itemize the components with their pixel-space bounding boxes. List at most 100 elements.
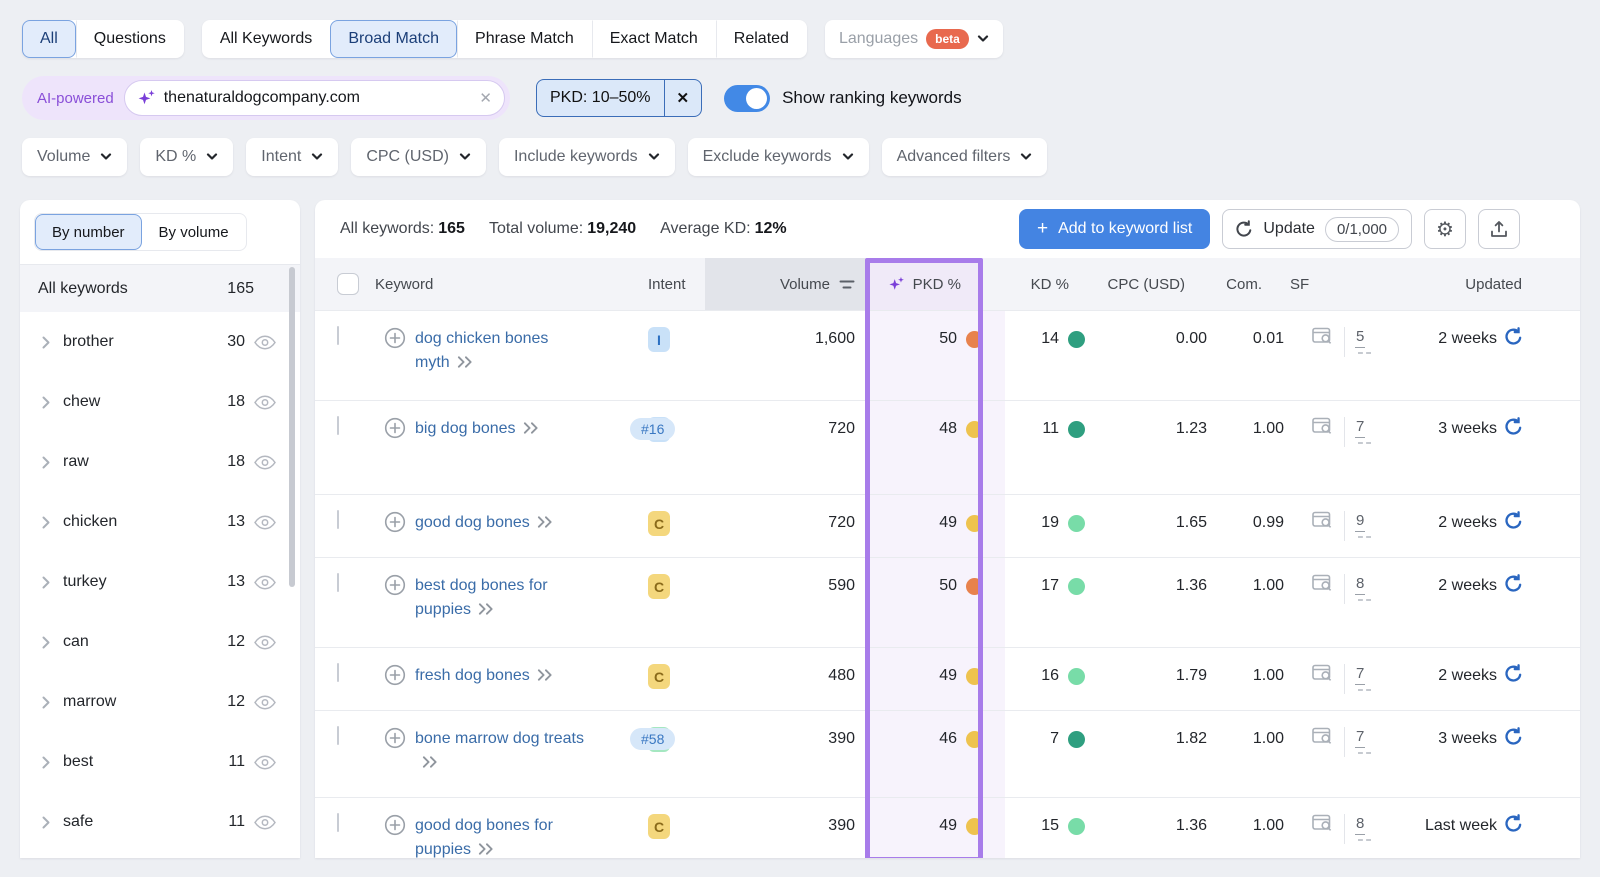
column-header-cpc[interactable]: CPC (USD) — [1077, 276, 1190, 293]
expand-keyword-icon[interactable] — [478, 843, 494, 855]
keyword-group-item[interactable]: can 12 — [20, 612, 300, 672]
keyword-link[interactable]: bone marrow dog treats — [415, 727, 585, 775]
refresh-keyword-icon[interactable] — [1504, 664, 1523, 683]
filter-dropdown[interactable]: CPC (USD) — [351, 138, 486, 176]
match-type-tab[interactable]: Exact Match — [591, 20, 716, 58]
chevron-right-icon[interactable] — [42, 396, 50, 409]
keyword-group-item[interactable]: turkey 13 — [20, 552, 300, 612]
row-checkbox[interactable] — [337, 813, 339, 832]
serp-features-icon[interactable] — [1312, 511, 1334, 530]
serp-features-icon[interactable] — [1312, 417, 1334, 436]
filter-dropdown[interactable]: Volume — [22, 138, 128, 176]
chevron-right-icon[interactable] — [42, 336, 50, 349]
sf-count[interactable]: 5 — [1355, 327, 1366, 348]
chevron-right-icon[interactable] — [42, 696, 50, 709]
filter-dropdown[interactable]: Exclude keywords — [687, 138, 869, 176]
sf-count[interactable]: 8 — [1355, 814, 1366, 835]
column-header-sf[interactable]: SF — [1270, 276, 1355, 293]
domain-input[interactable]: thenaturaldogcompany.com ✕ — [123, 80, 505, 116]
keyword-link[interactable]: big dog bones — [415, 417, 539, 441]
eye-icon[interactable] — [254, 635, 276, 650]
eye-icon[interactable] — [254, 755, 276, 770]
pkd-filter-chip[interactable]: PKD: 10–50% ✕ — [536, 79, 703, 117]
eye-icon[interactable] — [254, 695, 276, 710]
keyword-link[interactable]: good dog bones for puppies — [415, 814, 585, 858]
scope-tab[interactable]: Questions — [75, 20, 184, 58]
column-header-keyword[interactable]: Keyword — [375, 276, 640, 293]
refresh-keyword-icon[interactable] — [1504, 511, 1523, 530]
row-checkbox[interactable] — [337, 573, 339, 592]
add-keyword-plus-icon[interactable] — [384, 664, 406, 686]
match-type-tab[interactable]: Related — [715, 20, 807, 58]
row-checkbox[interactable] — [337, 326, 339, 345]
keyword-link[interactable]: good dog bones — [415, 511, 553, 535]
column-header-kd[interactable]: KD % — [983, 276, 1077, 293]
keyword-link[interactable]: dog chicken bones myth — [415, 327, 585, 375]
sf-count[interactable]: 8 — [1355, 574, 1366, 595]
eye-icon[interactable] — [254, 395, 276, 410]
update-button[interactable]: Update 0/1,000 — [1222, 209, 1412, 249]
add-keyword-plus-icon[interactable] — [384, 727, 406, 749]
remove-pkd-filter-icon[interactable]: ✕ — [663, 80, 702, 116]
keyword-group-item[interactable]: marrow 12 — [20, 672, 300, 732]
add-keyword-plus-icon[interactable] — [384, 814, 406, 836]
keyword-group-item[interactable]: chew 18 — [20, 372, 300, 432]
add-keyword-plus-icon[interactable] — [384, 327, 406, 349]
row-checkbox[interactable] — [337, 663, 339, 682]
sf-count[interactable]: 7 — [1355, 417, 1366, 438]
chevron-right-icon[interactable] — [42, 576, 50, 589]
all-keywords-row[interactable]: All keywords 165 — [20, 264, 300, 312]
sidebar-scrollbar[interactable] — [289, 267, 295, 587]
expand-keyword-icon[interactable] — [537, 669, 553, 681]
row-checkbox[interactable] — [337, 726, 339, 745]
expand-keyword-icon[interactable] — [523, 422, 539, 434]
chevron-right-icon[interactable] — [42, 816, 50, 829]
sidebar-sort-tab[interactable]: By number — [35, 214, 142, 250]
refresh-keyword-icon[interactable] — [1504, 327, 1523, 346]
keyword-group-item[interactable]: raw 18 — [20, 432, 300, 492]
scope-tab[interactable]: All — [22, 20, 76, 58]
chevron-right-icon[interactable] — [42, 456, 50, 469]
sf-count[interactable]: 7 — [1355, 664, 1366, 685]
match-type-tab[interactable]: Phrase Match — [457, 20, 592, 58]
column-header-intent[interactable]: Intent — [640, 276, 705, 293]
eye-icon[interactable] — [254, 335, 276, 350]
clear-domain-icon[interactable]: ✕ — [479, 89, 492, 107]
add-keyword-plus-icon[interactable] — [384, 511, 406, 533]
keyword-group-item[interactable]: chicken 13 — [20, 492, 300, 552]
expand-keyword-icon[interactable] — [478, 603, 494, 615]
settings-button[interactable]: ⚙ — [1424, 209, 1466, 249]
serp-features-icon[interactable] — [1312, 727, 1334, 746]
filter-dropdown[interactable]: KD % — [140, 138, 234, 176]
keyword-group-item[interactable]: safe 11 — [20, 792, 300, 852]
keyword-group-item[interactable]: best 11 — [20, 732, 300, 792]
row-checkbox[interactable] — [337, 416, 339, 435]
column-header-updated[interactable]: Updated — [1355, 276, 1580, 293]
select-all-checkbox[interactable] — [337, 273, 359, 295]
eye-icon[interactable] — [254, 515, 276, 530]
chevron-right-icon[interactable] — [42, 516, 50, 529]
keyword-link[interactable]: best dog bones for puppies — [415, 574, 585, 622]
serp-features-icon[interactable] — [1312, 814, 1334, 833]
expand-keyword-icon[interactable] — [537, 516, 553, 528]
sf-count[interactable]: 9 — [1355, 511, 1366, 532]
serp-features-icon[interactable] — [1312, 327, 1334, 346]
add-keyword-plus-icon[interactable] — [384, 574, 406, 596]
column-header-pkd[interactable]: PKD % — [865, 258, 983, 310]
filter-dropdown[interactable]: Intent — [246, 138, 339, 176]
row-checkbox[interactable] — [337, 510, 339, 529]
filter-dropdown[interactable]: Include keywords — [498, 138, 675, 176]
export-button[interactable] — [1478, 209, 1520, 249]
sf-count[interactable]: 7 — [1355, 727, 1366, 748]
eye-icon[interactable] — [254, 455, 276, 470]
keyword-link[interactable]: fresh dog bones — [415, 664, 553, 688]
match-type-tab[interactable]: All Keywords — [202, 20, 330, 58]
serp-features-icon[interactable] — [1312, 664, 1334, 683]
eye-icon[interactable] — [254, 575, 276, 590]
expand-keyword-icon[interactable] — [422, 756, 438, 768]
refresh-keyword-icon[interactable] — [1504, 417, 1523, 436]
add-keyword-plus-icon[interactable] — [384, 417, 406, 439]
add-to-keyword-list-button[interactable]: + Add to keyword list — [1018, 209, 1211, 249]
filter-dropdown[interactable]: Advanced filters — [881, 138, 1048, 176]
chevron-right-icon[interactable] — [42, 756, 50, 769]
